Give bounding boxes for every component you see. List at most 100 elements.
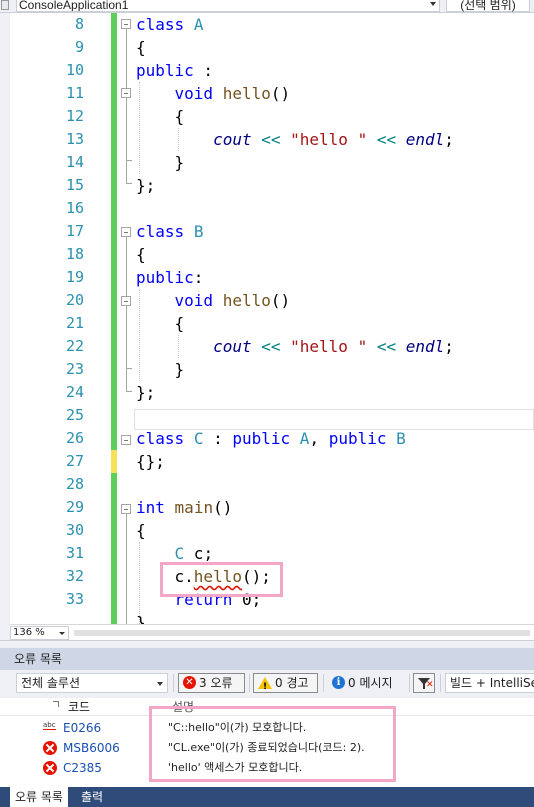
scope-filter-value: 전체 솔루션 xyxy=(21,676,81,690)
line-number: 21 xyxy=(65,314,84,332)
line-number: 17 xyxy=(65,222,84,240)
warnings-filter-button[interactable]: 0 경고 xyxy=(253,673,318,696)
line-number: 11 xyxy=(65,84,84,102)
line-number: 28 xyxy=(65,475,84,493)
code-line: cout << "hello " << endl; xyxy=(213,337,454,356)
line-number: 18 xyxy=(65,245,84,263)
line-number: 33 xyxy=(65,590,84,608)
fold-guide-end xyxy=(126,160,132,161)
error-code: E0266 xyxy=(63,721,102,735)
scope-filter-dropdown[interactable]: 전체 솔루션 xyxy=(16,673,168,693)
code-line: void hello() xyxy=(174,291,291,310)
collapse-icon[interactable] xyxy=(121,435,131,445)
line-number: 31 xyxy=(65,544,84,562)
chevron-down-icon xyxy=(157,682,163,686)
line-number: 16 xyxy=(65,199,84,217)
toolbar-separator xyxy=(440,674,441,692)
errors-filter-label: 3 오류 xyxy=(199,676,233,690)
change-bar-saved xyxy=(111,473,117,624)
sort-icon xyxy=(53,701,59,707)
toolbar-separator xyxy=(409,674,410,692)
fold-guide xyxy=(126,514,127,624)
change-bar-saved xyxy=(111,13,117,450)
line-number: 10 xyxy=(65,61,84,79)
code-line: cout << "hello " << endl; xyxy=(213,130,454,149)
error-list-title: 오류 목록 xyxy=(0,648,534,670)
line-number: 13 xyxy=(65,130,84,148)
code-line: } xyxy=(136,153,185,172)
code-line: { xyxy=(136,107,185,126)
warnings-filter-label: 0 경고 xyxy=(275,676,309,690)
error-code: MSB6006 xyxy=(63,741,120,755)
error-code: C2385 xyxy=(63,761,102,775)
toolbar-separator xyxy=(323,674,324,692)
line-number: 26 xyxy=(65,429,84,447)
top-navigation-bar: ConsoleApplication1 (선택 범위) xyxy=(0,0,534,13)
code-line: class A xyxy=(136,15,204,34)
line-number: 15 xyxy=(65,176,84,194)
collapse-icon[interactable] xyxy=(121,504,131,514)
messages-filter-button[interactable]: i0 메시지 xyxy=(327,673,407,693)
project-dropdown[interactable]: ConsoleApplication1 xyxy=(16,0,440,12)
fold-guide-end xyxy=(126,391,132,392)
error-icon: ✕ xyxy=(183,676,196,689)
tab-output[interactable]: 출력 xyxy=(76,787,108,807)
collapse-icon[interactable] xyxy=(121,19,131,29)
horizontal-scrollbar[interactable] xyxy=(74,630,530,636)
highlight-annotation-code xyxy=(160,562,283,597)
line-number: 29 xyxy=(65,498,84,516)
errors-filter-button[interactable]: ✕ 3 오류 xyxy=(178,673,245,693)
error-icon xyxy=(43,761,57,775)
code-line: { xyxy=(136,38,146,57)
warning-icon xyxy=(258,676,272,696)
code-line: } xyxy=(136,613,146,624)
filter-funnel-button[interactable]: ✕ xyxy=(413,673,435,693)
line-number: 12 xyxy=(65,107,84,125)
chevron-down-icon xyxy=(430,2,436,6)
line-number: 14 xyxy=(65,153,84,171)
code-line: int main() xyxy=(136,498,233,517)
line-number: 20 xyxy=(65,291,84,309)
scope-dropdown[interactable]: (선택 범위) xyxy=(446,0,530,12)
tab-error-list[interactable]: 오류 목록 xyxy=(10,787,68,807)
highlight-annotation-descriptions xyxy=(149,706,396,782)
code-line: } xyxy=(136,360,185,379)
error-icon xyxy=(43,741,57,755)
intellisense-error-icon: abc xyxy=(43,721,56,730)
window-icon xyxy=(1,0,9,10)
line-number: 25 xyxy=(65,406,84,424)
line-number: 32 xyxy=(65,567,84,585)
fold-guide-end xyxy=(126,368,132,369)
info-icon: i xyxy=(332,676,345,689)
code-line: class B xyxy=(136,222,204,241)
toolbar-separator xyxy=(249,674,250,692)
editor-status-row: 136 % xyxy=(10,624,534,640)
column-header-code[interactable]: 코드 xyxy=(68,699,90,715)
messages-filter-label: 0 메시지 xyxy=(348,676,393,690)
collapse-icon[interactable] xyxy=(121,296,131,306)
fold-guide-end xyxy=(126,183,132,184)
clear-filter-icon: ✕ xyxy=(426,680,434,690)
project-name: ConsoleApplication1 xyxy=(19,0,129,12)
code-editor[interactable]: 8 9 10 11 12 13 14 15 16 17 18 19 20 21 … xyxy=(10,13,534,624)
toolbar-separator xyxy=(173,674,174,692)
line-number: 19 xyxy=(65,268,84,286)
line-number: 23 xyxy=(65,360,84,378)
panel-splitter[interactable] xyxy=(0,640,534,648)
line-number: 8 xyxy=(74,15,84,33)
line-number: 9 xyxy=(74,38,84,56)
build-intellisense-dropdown[interactable]: 빌드 + IntelliSense xyxy=(445,673,534,693)
collapse-icon[interactable] xyxy=(121,88,131,98)
chevron-down-icon xyxy=(59,632,65,635)
zoom-dropdown[interactable]: 136 % xyxy=(10,626,69,640)
error-list-toolbar: 전체 솔루션 ✕3 오류 0 경고 i0 메시지 ✕ 빌드 + IntelliS… xyxy=(0,670,534,698)
collapse-icon[interactable] xyxy=(121,227,131,237)
funnel-icon-stem xyxy=(423,684,425,689)
code-line: {}; xyxy=(136,452,165,471)
code-line: { xyxy=(136,521,146,540)
code-line: void hello() xyxy=(174,84,291,103)
code-line: public : xyxy=(136,61,214,80)
code-line: { xyxy=(136,314,185,333)
code-line: }; xyxy=(136,383,156,402)
code-line: public: xyxy=(136,268,204,287)
